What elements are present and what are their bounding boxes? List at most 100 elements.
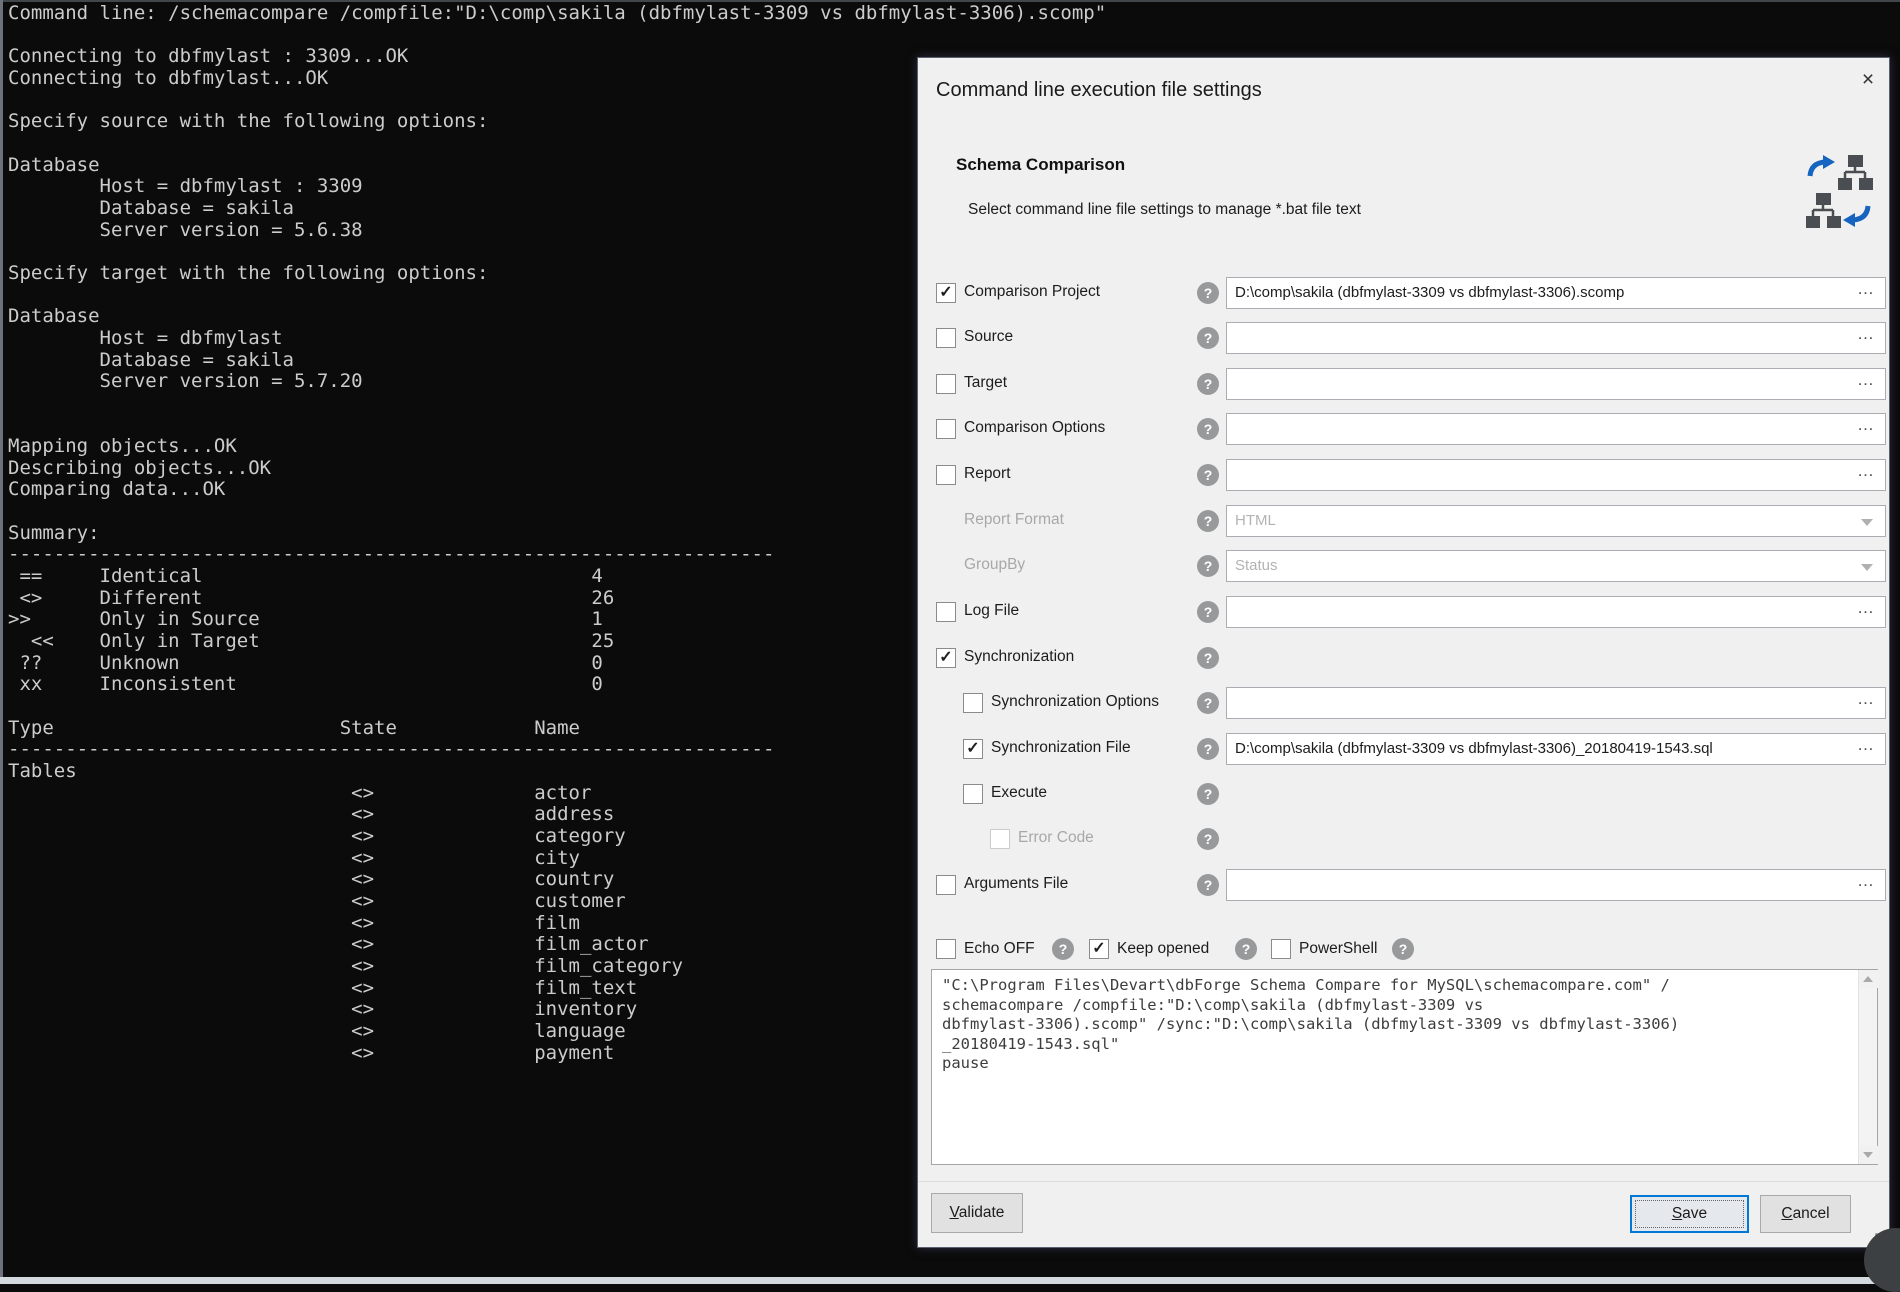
log-file-label: Log File <box>964 602 1019 620</box>
synchronization-options-checkbox[interactable]: ✓ <box>963 693 983 713</box>
bat-text-area[interactable]: "C:\Program Files\Devart\dbForge Schema … <box>931 969 1878 1165</box>
help-icon[interactable]: ? <box>1197 510 1219 532</box>
arguments-file-checkbox[interactable]: ✓ <box>936 875 956 895</box>
check-icon: ✓ <box>937 649 955 667</box>
target-checkbox[interactable]: ✓ <box>936 374 956 394</box>
log-file-input[interactable]: … <box>1226 596 1886 628</box>
groupby-select[interactable]: Status <box>1226 550 1886 582</box>
footer-divider <box>918 1181 1889 1182</box>
row-arguments-file: ✓ Arguments File ? … <box>918 869 1889 901</box>
powershell-checkbox[interactable]: ✓ <box>1271 939 1291 959</box>
report-checkbox[interactable]: ✓ <box>936 465 956 485</box>
help-icon[interactable]: ? <box>1197 692 1219 714</box>
synchronization-file-checkbox[interactable]: ✓ <box>963 739 983 759</box>
synchronization-file-value: D:\comp\sakila (dbfmylast-3309 vs dbfmyl… <box>1235 740 1713 757</box>
bat-text-content: "C:\Program Files\Devart\dbForge Schema … <box>942 976 1679 1074</box>
browse-icon[interactable]: … <box>1857 598 1875 618</box>
comparison-project-input[interactable]: D:\comp\sakila (dbfmylast-3309 vs dbfmyl… <box>1226 277 1886 309</box>
save-button[interactable]: Save <box>1630 1195 1749 1233</box>
source-checkbox[interactable]: ✓ <box>936 328 956 348</box>
help-icon[interactable]: ? <box>1052 938 1074 960</box>
comparison-project-checkbox[interactable]: ✓ <box>936 283 956 303</box>
comparison-options-input[interactable]: … <box>1226 413 1886 445</box>
execute-checkbox[interactable]: ✓ <box>963 784 983 804</box>
window-bottom-edge <box>0 1277 1900 1284</box>
synchronization-checkbox[interactable]: ✓ <box>936 648 956 668</box>
row-synchronization: ✓ Synchronization ? <box>918 642 1889 674</box>
browse-icon[interactable]: … <box>1857 871 1875 891</box>
row-report-format: Report Format ? HTML <box>918 505 1889 537</box>
chevron-down-icon <box>1861 564 1873 571</box>
row-target: ✓ Target ? … <box>918 368 1889 400</box>
echo-off-checkbox[interactable]: ✓ <box>936 939 956 959</box>
scroll-down-icon[interactable] <box>1859 1146 1878 1164</box>
source-input[interactable]: … <box>1226 322 1886 354</box>
row-synchronization-options: ✓ Synchronization Options ? … <box>918 687 1889 719</box>
section-subtitle: Select command line file settings to man… <box>968 201 1361 219</box>
scroll-up-icon[interactable] <box>1859 970 1878 988</box>
help-icon[interactable]: ? <box>1197 738 1219 760</box>
powershell-label: PowerShell <box>1299 940 1377 958</box>
groupby-value: Status <box>1235 557 1278 574</box>
log-file-checkbox[interactable]: ✓ <box>936 602 956 622</box>
help-icon[interactable]: ? <box>1197 327 1219 349</box>
browse-icon[interactable]: … <box>1857 415 1875 435</box>
report-format-value: HTML <box>1235 512 1276 529</box>
help-icon[interactable]: ? <box>1197 874 1219 896</box>
target-input[interactable]: … <box>1226 368 1886 400</box>
browse-icon[interactable]: … <box>1857 370 1875 390</box>
error-code-label: Error Code <box>1018 829 1094 847</box>
browse-icon[interactable]: … <box>1857 735 1875 755</box>
check-icon: ✓ <box>937 284 955 302</box>
row-source: ✓ Source ? … <box>918 322 1889 354</box>
browse-icon[interactable]: … <box>1857 689 1875 709</box>
schema-comparison-icon <box>1804 153 1874 234</box>
help-icon[interactable]: ? <box>1197 601 1219 623</box>
section-title: Schema Comparison <box>956 155 1125 175</box>
help-icon[interactable]: ? <box>1197 555 1219 577</box>
chevron-down-icon <box>1861 519 1873 526</box>
help-icon[interactable]: ? <box>1197 647 1219 669</box>
execute-label: Execute <box>991 784 1047 802</box>
validate-button[interactable]: Validate <box>931 1193 1023 1233</box>
comparison-project-value: D:\comp\sakila (dbfmylast-3309 vs dbfmyl… <box>1235 284 1624 301</box>
report-input[interactable]: … <box>1226 459 1886 491</box>
comparison-project-label: Comparison Project <box>964 283 1100 301</box>
browse-icon[interactable]: … <box>1857 324 1875 344</box>
check-icon: ✓ <box>1090 940 1108 958</box>
comparison-options-checkbox[interactable]: ✓ <box>936 419 956 439</box>
browse-icon[interactable]: … <box>1857 461 1875 481</box>
window-top-edge <box>0 0 1900 2</box>
target-label: Target <box>964 374 1007 392</box>
row-bat-toggles: ✓ Echo OFF ? ✓ Keep opened ? ✓ PowerShel… <box>918 933 1889 965</box>
report-label: Report <box>964 465 1011 483</box>
browse-icon[interactable]: … <box>1857 279 1875 299</box>
synchronization-file-label: Synchronization File <box>991 739 1131 757</box>
row-report: ✓ Report ? … <box>918 459 1889 491</box>
report-format-label: Report Format <box>964 511 1064 529</box>
close-icon[interactable]: × <box>1856 68 1880 92</box>
report-format-select[interactable]: HTML <box>1226 505 1886 537</box>
help-icon[interactable]: ? <box>1197 828 1219 850</box>
help-icon[interactable]: ? <box>1197 373 1219 395</box>
help-icon[interactable]: ? <box>1235 938 1257 960</box>
error-code-checkbox: ✓ <box>990 829 1010 849</box>
row-synchronization-file: ✓ Synchronization File ? D:\comp\sakila … <box>918 733 1889 765</box>
command-line-settings-dialog: Command line execution file settings × S… <box>917 57 1890 1248</box>
scrollbar[interactable] <box>1858 970 1877 1164</box>
synchronization-options-input[interactable]: … <box>1226 687 1886 719</box>
help-icon[interactable]: ? <box>1392 938 1414 960</box>
source-label: Source <box>964 328 1013 346</box>
keep-opened-checkbox[interactable]: ✓ <box>1089 939 1109 959</box>
cancel-button[interactable]: Cancel <box>1760 1195 1851 1233</box>
help-icon[interactable]: ? <box>1197 282 1219 304</box>
synchronization-file-input[interactable]: D:\comp\sakila (dbfmylast-3309 vs dbfmyl… <box>1226 733 1886 765</box>
help-icon[interactable]: ? <box>1197 464 1219 486</box>
help-icon[interactable]: ? <box>1197 418 1219 440</box>
row-log-file: ✓ Log File ? … <box>918 596 1889 628</box>
echo-off-label: Echo OFF <box>964 940 1035 958</box>
arguments-file-input[interactable]: … <box>1226 869 1886 901</box>
keep-opened-label: Keep opened <box>1117 940 1209 958</box>
dialog-title: Command line execution file settings <box>936 79 1262 102</box>
help-icon[interactable]: ? <box>1197 783 1219 805</box>
